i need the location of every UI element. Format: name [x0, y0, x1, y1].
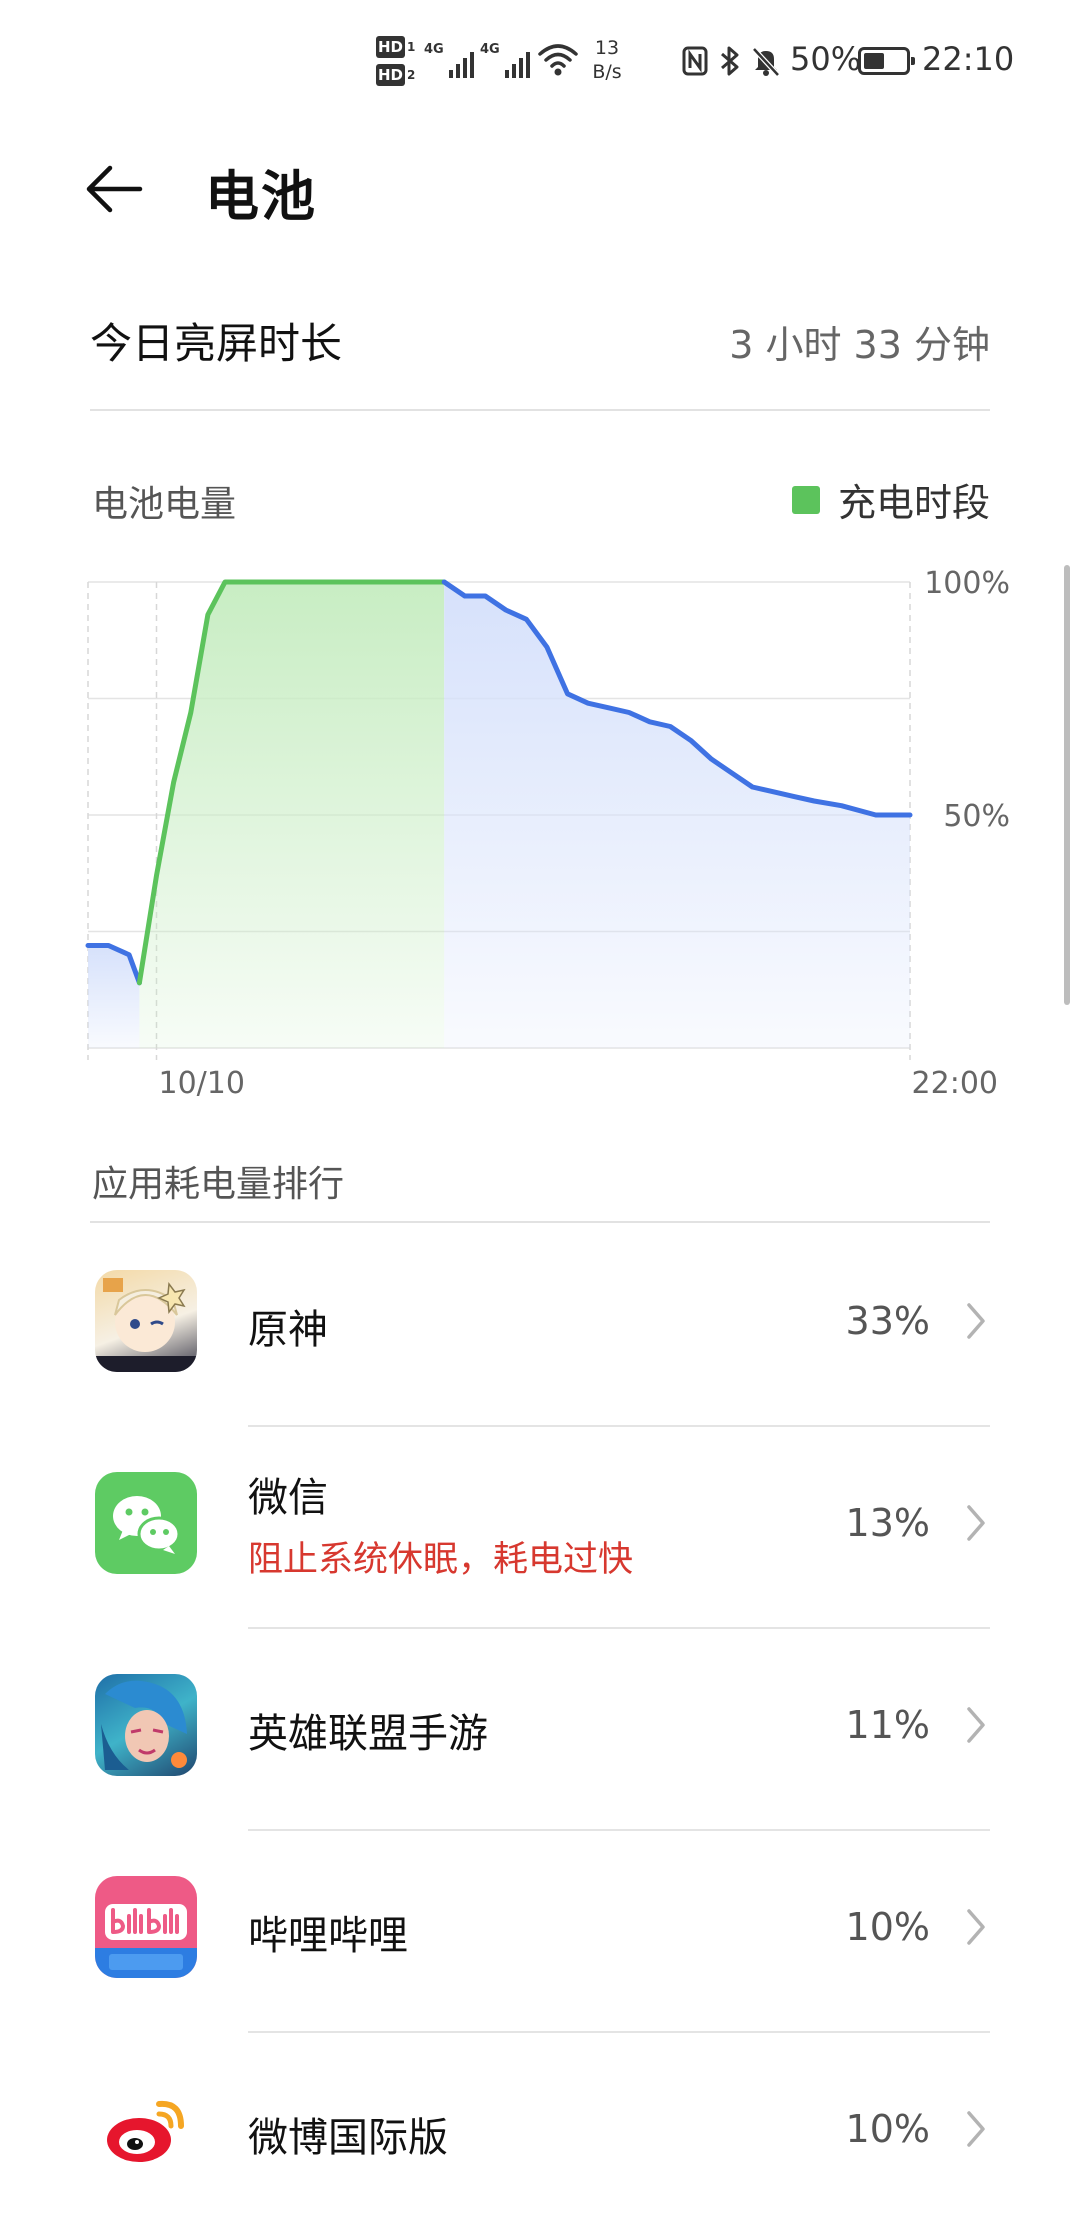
signal-1-icon: 4G	[424, 42, 474, 78]
wechat-app-icon	[95, 1472, 197, 1574]
weibo-intl-app-icon	[95, 2078, 197, 2180]
page-title: 电池	[205, 165, 317, 228]
app-name: 微博国际版	[248, 2115, 448, 2161]
chart-legend: 充电时段	[791, 472, 990, 527]
charging-area	[139, 582, 445, 1048]
bluetooth-icon	[721, 46, 739, 76]
app-name: 英雄联盟手游	[248, 1711, 488, 1757]
x-tick-label: 22:00	[912, 1066, 998, 1100]
genshin-app-icon	[95, 1270, 197, 1372]
screen-time-label: 今日亮屏时长	[90, 319, 343, 368]
nfc-icon	[682, 46, 708, 76]
app-warning: 阻止系统休眠，耗电过快	[248, 1540, 634, 1580]
battery-icon	[858, 47, 915, 75]
hd1-label: HD	[376, 36, 406, 58]
ranking-title: 应用耗电量排行	[92, 1164, 345, 1205]
y-tick-label: 50%	[943, 799, 1010, 834]
app-name: 微信	[248, 1475, 328, 1521]
mute-bell-icon	[752, 47, 780, 77]
x-tick-label: 10/10	[159, 1066, 245, 1100]
chevron-right-icon	[967, 1505, 985, 1541]
net2-label: 4G	[480, 42, 500, 57]
wifi-icon	[538, 44, 578, 76]
clock: 22:10	[922, 40, 1015, 78]
app-name: 原神	[248, 1307, 328, 1353]
chevron-right-icon	[967, 1303, 985, 1339]
hd-voice-indicators: HD 1 HD 2	[376, 36, 420, 90]
divider	[90, 1221, 990, 1223]
app-row-genshin[interactable]: 原神 33%	[0, 1225, 1080, 1427]
legend-swatch-charging	[791, 485, 820, 514]
chart-title: 电池电量	[92, 484, 237, 525]
divider	[90, 409, 990, 411]
chevron-right-icon	[967, 1909, 985, 1945]
legend-label: 充电时段	[837, 481, 990, 525]
header: 电池	[0, 130, 1080, 240]
screen-time-value: 3 小时 33 分钟	[729, 323, 990, 367]
app-percent: 13%	[845, 1501, 930, 1545]
discharge-area	[444, 582, 910, 1048]
app-percent: 33%	[845, 1299, 930, 1343]
signal-2-icon: 4G	[480, 42, 530, 78]
lol-mobile-app-icon	[95, 1674, 197, 1776]
app-percent: 10%	[845, 2107, 930, 2151]
battery-level-chart[interactable]: 100% 50% 10/10 22:00	[0, 540, 1080, 1100]
app-row-wechat[interactable]: 微信 阻止系统休眠，耗电过快 13%	[0, 1427, 1080, 1629]
scrollbar[interactable]	[1064, 565, 1070, 1005]
arrow-left-icon	[86, 165, 143, 213]
app-percent: 10%	[845, 1905, 930, 1949]
network-speed: 13 B/s	[585, 36, 629, 84]
screen-time-row: 今日亮屏时长 3 小时 33 分钟	[90, 300, 990, 380]
app-row-lol-mobile[interactable]: 英雄联盟手游 11%	[0, 1629, 1080, 1831]
speed-value: 13	[594, 37, 620, 59]
app-row-bilibili[interactable]: 哔哩哔哩 10%	[0, 1831, 1080, 2033]
bilibili-app-icon	[95, 1876, 197, 1978]
status-bar: HD 1 HD 2 4G 4G 13 B/s 50% 22:10	[0, 0, 1080, 120]
hd2-label: HD	[376, 64, 406, 86]
y-tick-label: 100%	[924, 566, 1010, 601]
net1-label: 4G	[424, 42, 444, 57]
app-row-weibo-intl[interactable]: 微博国际版 10%	[0, 2033, 1080, 2235]
speed-unit: B/s	[592, 61, 622, 83]
app-percent: 11%	[845, 1703, 930, 1747]
battery-percent: 50%	[790, 40, 862, 78]
app-name: 哔哩哔哩	[248, 1913, 408, 1959]
back-button[interactable]	[80, 150, 170, 230]
chevron-right-icon	[967, 1707, 985, 1743]
hd2-sub: 2	[407, 68, 416, 82]
hd1-sub: 1	[407, 40, 416, 54]
chevron-right-icon	[967, 2111, 985, 2147]
